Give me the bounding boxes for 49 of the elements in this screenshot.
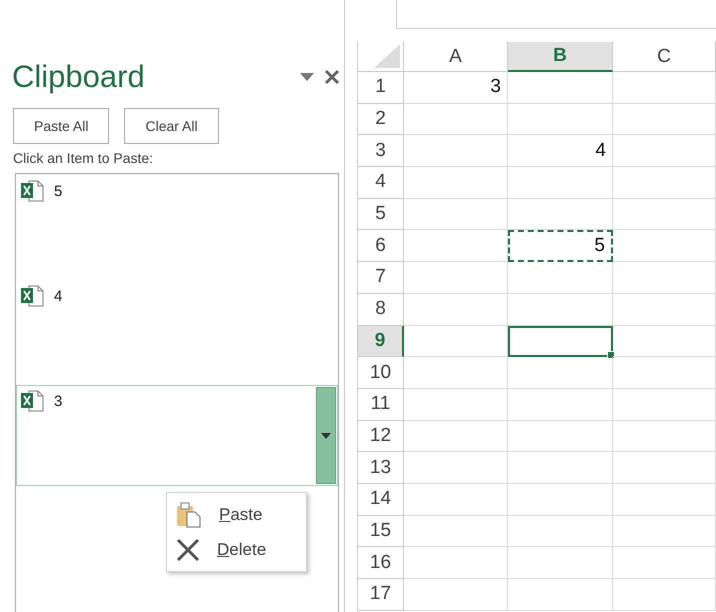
table-cell[interactable]: 5	[508, 230, 613, 262]
table-cell[interactable]: 3	[404, 72, 508, 104]
row-header[interactable]: 9	[358, 326, 404, 358]
item-text: 5	[54, 182, 62, 200]
cross-icon	[175, 538, 201, 562]
row-header[interactable]: 16	[358, 547, 404, 579]
row-header[interactable]: 2	[358, 104, 404, 136]
row-header[interactable]: 1	[358, 72, 404, 104]
item-text: 3	[54, 392, 62, 410]
row-header[interactable]: 10	[358, 357, 404, 389]
row-header[interactable]: 3	[358, 135, 404, 168]
menu-item-label: Paste	[219, 504, 262, 524]
row-header[interactable]: 15	[358, 516, 404, 548]
caret-icon	[321, 432, 331, 438]
row-header[interactable]: 11	[358, 388, 404, 421]
spreadsheet-file-icon	[20, 285, 46, 307]
menu-item[interactable]: Delete	[167, 532, 306, 567]
table-cell[interactable]: 4	[508, 135, 613, 168]
pane-title: Clipboard	[12, 59, 146, 95]
clipboard-item[interactable]: 3	[16, 385, 338, 486]
spreadsheet-file-icon	[20, 390, 46, 412]
item-text: 4	[54, 287, 62, 305]
instruction-text: Click an Item to Paste:	[12, 149, 154, 166]
item-dropdown-button[interactable]	[316, 387, 336, 484]
row-header[interactable]: 12	[358, 420, 404, 452]
select-all-icon	[374, 44, 400, 68]
table-cell[interactable]	[508, 326, 613, 358]
clipboard-item[interactable]: 4	[16, 280, 338, 381]
close-icon[interactable]	[324, 69, 340, 85]
dropdown-icon[interactable]	[300, 73, 314, 81]
select-all-corner[interactable]	[358, 42, 404, 72]
fill-handle[interactable]	[607, 351, 615, 360]
row-header[interactable]: 13	[358, 452, 404, 484]
clipboard-item[interactable]: 5	[16, 175, 338, 276]
row-header[interactable]: 17	[358, 579, 404, 611]
spreadsheet-file-icon	[20, 180, 46, 202]
formula-bar[interactable]	[396, 0, 716, 29]
row-header[interactable]: 5	[358, 198, 404, 230]
pane-button[interactable]: Paste All	[13, 108, 110, 144]
menu-item[interactable]: Paste	[167, 497, 306, 532]
column-header[interactable]: C	[613, 42, 716, 72]
row-header[interactable]: 7	[358, 262, 404, 294]
menu-item-label: Delete	[217, 540, 266, 560]
row-header[interactable]: 4	[358, 167, 404, 199]
clipboard-icon	[175, 502, 203, 528]
column-header[interactable]: B	[508, 42, 613, 72]
pane-button[interactable]: Clear All	[124, 108, 219, 144]
row-header[interactable]: 14	[358, 484, 404, 516]
row-header[interactable]: 6	[358, 230, 404, 262]
